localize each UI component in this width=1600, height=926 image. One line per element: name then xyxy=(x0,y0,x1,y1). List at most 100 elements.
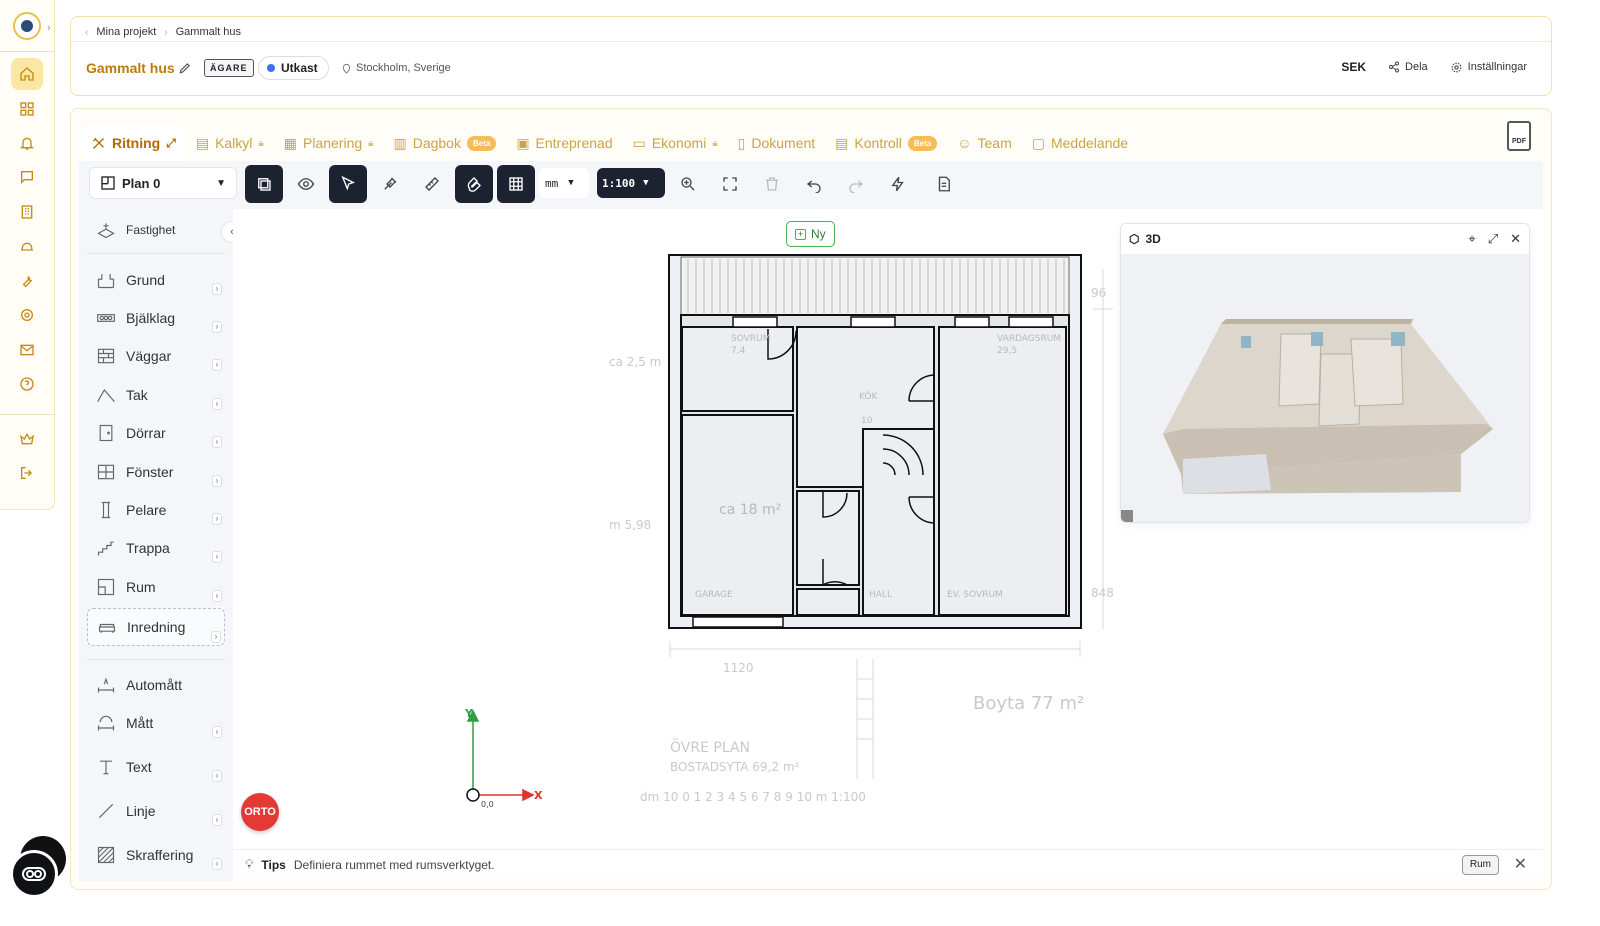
palette-grund[interactable]: Grund › xyxy=(87,263,225,297)
measure-button[interactable] xyxy=(413,165,451,203)
visibility-button[interactable] xyxy=(287,165,325,203)
fit-button[interactable] xyxy=(711,165,749,203)
nav-rail: › xyxy=(0,0,55,510)
snap-button[interactable] xyxy=(455,165,493,203)
plan-select[interactable]: Plan 0 ▼ xyxy=(89,167,237,199)
room-tool-button[interactable]: Rum xyxy=(1461,855,1499,875)
tab-dagbok[interactable]: ▥ Dagbok Beta xyxy=(383,125,506,161)
breadcrumb-parent[interactable]: Mina projekt xyxy=(96,26,156,38)
tab-planering[interactable]: ▦ Planering 🔒︎ xyxy=(274,125,384,161)
crown-icon[interactable] xyxy=(11,423,43,455)
chevron-right-icon[interactable]: › xyxy=(212,283,222,295)
palette-vaggar[interactable]: Väggar › xyxy=(87,339,225,373)
room-ev-sovrum-label: EV. SOVRUM xyxy=(947,590,1003,600)
eyedropper-button[interactable] xyxy=(371,165,409,203)
mail-icon[interactable] xyxy=(11,334,43,366)
chevron-right-icon[interactable]: › xyxy=(212,436,222,448)
status-badge[interactable]: Utkast xyxy=(258,56,329,80)
scale-select[interactable]: 1:100 ▼ xyxy=(597,168,665,198)
pdf-export-icon[interactable]: PDF xyxy=(1507,121,1531,151)
orto-toggle[interactable]: ORTO xyxy=(241,793,279,831)
rail-expand-icon[interactable]: › xyxy=(47,22,51,34)
palette-dorrar[interactable]: Dörrar › xyxy=(87,416,225,450)
undo-button[interactable] xyxy=(795,165,833,203)
tab-ritning[interactable]: Ritning ⤢ xyxy=(81,125,186,161)
chat-icon[interactable] xyxy=(11,161,43,193)
chevron-right-icon[interactable]: › xyxy=(212,398,222,410)
chevron-right-icon[interactable]: › xyxy=(212,590,222,602)
logout-icon[interactable] xyxy=(11,457,43,489)
model-3d-view[interactable] xyxy=(1121,254,1530,523)
chevron-right-icon[interactable]: › xyxy=(212,321,222,333)
auto-button[interactable] xyxy=(879,165,917,203)
palette-automatt[interactable]: Automått xyxy=(87,668,225,702)
wrench-icon[interactable] xyxy=(11,265,43,297)
tab-kalkyl[interactable]: ▤ Kalkyl 🔒︎ xyxy=(186,125,274,161)
palette-label: Trappa xyxy=(126,540,170,556)
palette-trappa[interactable]: Trappa › xyxy=(87,531,225,565)
support-chat-button[interactable] xyxy=(10,836,66,898)
delete-button[interactable] xyxy=(753,165,791,203)
select-tool-button[interactable] xyxy=(329,165,367,203)
tab-ekonomi[interactable]: ▭ Ekonomi 🔒︎ xyxy=(623,125,728,161)
redo-button[interactable] xyxy=(837,165,875,203)
palette-fastighet[interactable]: Fastighet xyxy=(87,213,225,247)
palette-matt[interactable]: Mått › xyxy=(87,706,225,740)
tab-dokument[interactable]: ▯ Dokument xyxy=(728,125,826,161)
tab-kontroll[interactable]: ▤ Kontroll Beta xyxy=(825,125,947,161)
chevron-down-icon: ▼ xyxy=(216,177,226,189)
settings-button[interactable]: Inställningar xyxy=(1450,61,1527,74)
expand-icon[interactable]: ⤢ xyxy=(166,136,176,151)
target-icon[interactable]: ⌖ xyxy=(1468,231,1475,247)
palette-tak[interactable]: Tak › xyxy=(87,378,225,412)
currency-selector[interactable]: SEK xyxy=(1341,60,1366,74)
joist-icon xyxy=(97,314,115,322)
chevron-right-icon[interactable]: › xyxy=(211,631,221,643)
chevron-right-icon[interactable]: › xyxy=(212,475,222,487)
zoom-in-icon xyxy=(681,177,695,191)
lock-icon: 🔒︎ xyxy=(712,137,718,149)
chevron-left-icon: ‹ xyxy=(85,26,89,38)
zoom-button[interactable] xyxy=(669,165,707,203)
gear-icon[interactable] xyxy=(11,299,43,331)
building-icon[interactable] xyxy=(11,196,43,228)
tab-team[interactable]: ☺︎ Team xyxy=(947,125,1022,161)
palette-skraffering[interactable]: Skraffering › xyxy=(87,838,225,872)
bell-icon[interactable] xyxy=(11,127,43,159)
dashboard-icon[interactable] xyxy=(11,93,43,125)
chevron-right-icon[interactable]: › xyxy=(212,858,222,870)
palette-pelare[interactable]: Pelare › xyxy=(87,493,225,527)
home-icon[interactable] xyxy=(11,58,43,90)
palette-fonster[interactable]: Fönster › xyxy=(87,455,225,489)
chevron-right-icon[interactable]: › xyxy=(212,359,222,371)
chevron-right-icon[interactable]: › xyxy=(212,513,222,525)
chevron-right-icon[interactable]: › xyxy=(212,726,222,738)
pencil-icon[interactable] xyxy=(178,61,192,75)
palette-rum[interactable]: Rum › xyxy=(87,570,225,604)
new-button[interactable]: + Ny xyxy=(786,221,835,247)
help-icon[interactable] xyxy=(11,368,43,400)
grid-button[interactable] xyxy=(497,165,535,203)
app-logo[interactable] xyxy=(13,12,41,40)
beta-badge: Beta xyxy=(466,135,497,151)
palette-text[interactable]: Text › xyxy=(87,750,225,784)
chevron-right-icon[interactable]: › xyxy=(212,814,222,826)
palette-bjalklag[interactable]: Bjälklag › xyxy=(87,301,225,335)
palette-label: Fönster xyxy=(126,464,174,480)
notes-button[interactable] xyxy=(925,165,963,203)
chevron-right-icon[interactable]: › xyxy=(212,551,222,563)
scan-scale-bar: dm 10 0 1 2 3 4 5 6 7 8 9 10 m 1:100 xyxy=(640,790,866,804)
expand-icon[interactable]: ⤢ xyxy=(1488,231,1498,247)
close-icon[interactable]: ✕ xyxy=(1510,231,1521,247)
chevron-right-icon[interactable]: › xyxy=(212,770,222,782)
helmet-icon[interactable] xyxy=(11,230,43,262)
tab-meddelande[interactable]: ▢ Meddelande xyxy=(1022,125,1138,161)
palette-inredning[interactable]: Inredning › xyxy=(87,608,225,646)
unit-select[interactable]: mm ▼ xyxy=(539,168,589,198)
layers-button[interactable] xyxy=(245,165,283,203)
drawing-canvas[interactable]: ca 2,5 m m 5,98 96 848 1120 Boyta 77 m² … xyxy=(233,209,1543,849)
close-icon[interactable]: ✕ xyxy=(1514,854,1527,874)
share-button[interactable]: Dela xyxy=(1388,61,1428,73)
tab-entreprenad[interactable]: ▣ Entreprenad xyxy=(506,125,622,161)
palette-linje[interactable]: Linje › xyxy=(87,794,225,828)
